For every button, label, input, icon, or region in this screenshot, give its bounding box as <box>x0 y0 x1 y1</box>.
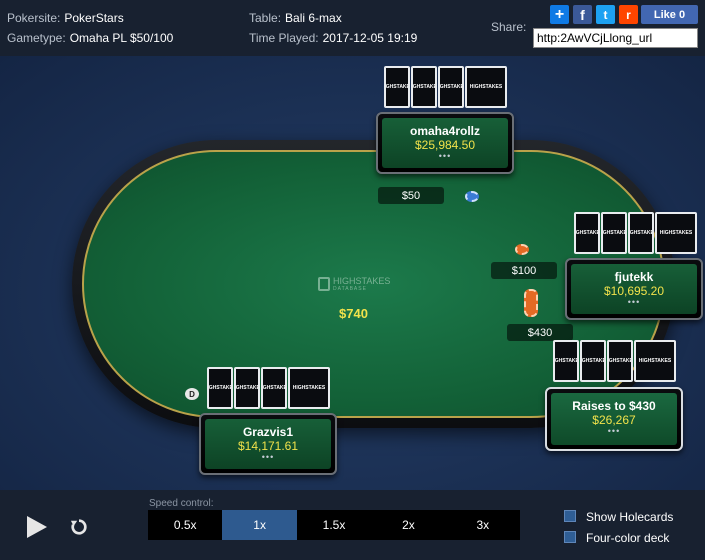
player-stack: $14,171.61 <box>237 439 299 453</box>
speed-control-label: Speed control: <box>149 498 214 509</box>
card-back: HIGHSTAKES <box>634 340 676 382</box>
pokersite-row: Pokersite: PokerStars <box>7 11 124 25</box>
player-status-dots: ••• <box>607 426 621 436</box>
time-label: Time Played: <box>249 31 319 45</box>
player-status-dots: ••• <box>627 297 641 307</box>
hole-cards: HIGHSTAKES HIGHSTAKES HIGHSTAKES HIGHSTA… <box>207 367 330 409</box>
table-value: Bali 6-max <box>285 11 342 25</box>
player-name: fjutekk <box>614 270 654 284</box>
card-back: HIGHSTAKES <box>234 367 260 409</box>
player-stack: $10,695.20 <box>603 284 665 298</box>
table-row: Table: Bali 6-max <box>249 11 342 25</box>
card-back: HIGHSTAKES <box>465 66 507 108</box>
pot-amount: $740 <box>339 306 368 321</box>
player-seat[interactable]: fjutekk $10,695.20 ••• <box>565 258 703 320</box>
chip-stack-icon <box>465 191 479 202</box>
player-bet: $430 <box>507 324 573 341</box>
card-back: HIGHSTAKES <box>288 367 330 409</box>
replay-icon[interactable] <box>70 518 88 536</box>
hand-info-header: Pokersite: PokerStars Gametype: Omaha PL $… <box>0 0 705 56</box>
table-label: Table: <box>249 11 282 25</box>
player-status-dots: ••• <box>438 151 452 161</box>
dealer-button: D <box>185 388 199 400</box>
player-bet: $50 <box>378 187 444 204</box>
gametype-row: Gametype: Omaha PL $50/100 <box>7 31 173 45</box>
twitter-share-icon[interactable]: t <box>596 5 615 24</box>
player-stack: $25,984.50 <box>414 138 476 152</box>
replay-controls: Speed control: 0.5x 1x 1.5x 2x 3x Show H… <box>0 490 705 560</box>
player-bet: $100 <box>491 262 557 279</box>
player-seat[interactable]: Grazvis1 $14,171.61 ••• <box>199 413 337 475</box>
chip-stack-icon <box>524 289 538 317</box>
logo-text: HIGHSTAKES <box>333 276 391 286</box>
card-back: HIGHSTAKES <box>553 340 579 382</box>
player-seat-active[interactable]: Raises to $430 $26,267 ••• <box>545 387 683 451</box>
time-row: Time Played: 2017-12-05 19:19 <box>249 31 417 45</box>
four-color-deck-label[interactable]: Four-color deck <box>586 531 669 545</box>
show-holecards-label[interactable]: Show Holecards <box>586 510 673 524</box>
highstakes-logo: HIGHSTAKES DATABASE <box>318 276 390 292</box>
card-back: HIGHSTAKES <box>628 212 654 254</box>
gametype-value: Omaha PL $50/100 <box>69 31 174 45</box>
card-back: HIGHSTAKES <box>384 66 410 108</box>
share-url-input[interactable] <box>533 28 698 48</box>
player-stack: $26,267 <box>592 413 636 427</box>
pokersite-value: PokerStars <box>64 11 124 25</box>
four-color-deck-checkbox[interactable] <box>564 531 576 543</box>
chip-stack-icon <box>515 244 529 255</box>
facebook-share-icon[interactable]: f <box>573 5 592 24</box>
card-back: HIGHSTAKES <box>438 66 464 108</box>
speed-option-0-5x[interactable]: 0.5x <box>148 510 222 540</box>
gametype-label: Gametype: <box>7 31 66 45</box>
card-back: HIGHSTAKES <box>411 66 437 108</box>
card-back: HIGHSTAKES <box>601 212 627 254</box>
card-back: HIGHSTAKES <box>607 340 633 382</box>
player-name: omaha4rollz <box>409 124 481 138</box>
hole-cards: HIGHSTAKES HIGHSTAKES HIGHSTAKES HIGHSTA… <box>574 212 697 254</box>
card-back: HIGHSTAKES <box>655 212 697 254</box>
reddit-share-icon[interactable]: r <box>619 5 638 24</box>
speed-option-2x[interactable]: 2x <box>371 510 445 540</box>
table-area: HIGHSTAKESDATABASE $740 HIGHSTAKES HIGHS… <box>0 56 705 490</box>
speed-option-1x[interactable]: 1x <box>222 510 297 540</box>
facebook-like-button[interactable]: Like 0 <box>641 5 698 24</box>
speed-option-3x[interactable]: 3x <box>446 510 520 540</box>
card-back: HIGHSTAKES <box>580 340 606 382</box>
share-label: Share: <box>491 20 527 34</box>
card-back: HIGHSTAKES <box>261 367 287 409</box>
speed-control: 0.5x 1x 1.5x 2x 3x <box>148 510 520 540</box>
pokersite-label: Pokersite: <box>7 11 61 25</box>
highstakes-logo-icon <box>318 277 330 291</box>
speed-option-1-5x[interactable]: 1.5x <box>297 510 371 540</box>
logo-subtext: DATABASE <box>333 286 367 292</box>
hole-cards: HIGHSTAKES HIGHSTAKES HIGHSTAKES HIGHSTA… <box>553 340 676 382</box>
player-name: Raises to $430 <box>572 399 656 413</box>
player-seat[interactable]: omaha4rollz $25,984.50 ••• <box>376 112 514 174</box>
player-name: Grazvis1 <box>242 425 294 439</box>
show-holecards-checkbox[interactable] <box>564 510 576 522</box>
card-back: HIGHSTAKES <box>574 212 600 254</box>
time-value: 2017-12-05 19:19 <box>322 31 418 45</box>
card-back: HIGHSTAKES <box>207 367 233 409</box>
hole-cards: HIGHSTAKES HIGHSTAKES HIGHSTAKES HIGHSTA… <box>384 66 507 108</box>
play-icon[interactable] <box>27 516 47 538</box>
addthis-share-icon[interactable]: + <box>550 5 569 24</box>
player-status-dots: ••• <box>261 452 275 462</box>
